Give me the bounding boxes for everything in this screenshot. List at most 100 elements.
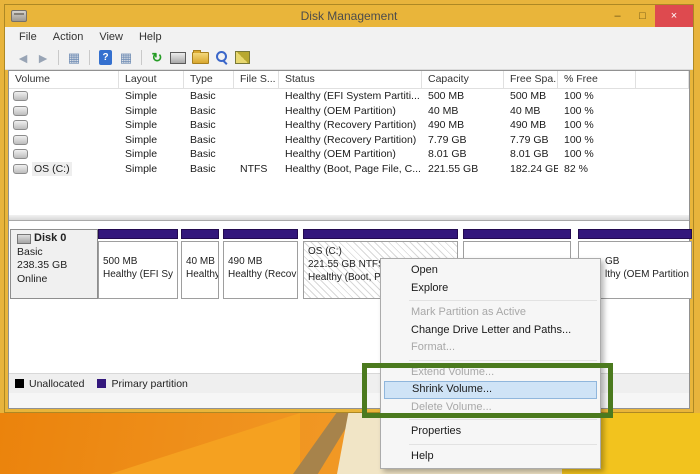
cell: NTFS xyxy=(234,162,279,177)
context-menu-item-mark-partition-as-active: Mark Partition as Active xyxy=(381,304,600,322)
cell: 100 % xyxy=(558,133,636,148)
partition-status-bar xyxy=(578,229,692,239)
menu-bar: FileActionViewHelp xyxy=(5,27,693,46)
column-header-layout[interactable]: Layout xyxy=(119,71,184,88)
menu-file[interactable]: File xyxy=(11,31,45,43)
table-row[interactable]: SimpleBasicHealthy (Recovery Partition)4… xyxy=(9,118,689,133)
column-header-status[interactable]: Status xyxy=(279,71,422,88)
partition-label: 40 MBHealthy xyxy=(181,241,219,299)
partition-oem-40mb[interactable]: 40 MBHealthy xyxy=(181,229,219,299)
partition-status-bar xyxy=(463,229,571,239)
volume-name: OS (C:) xyxy=(32,162,72,177)
table-row[interactable]: SimpleBasicHealthy (Recovery Partition)7… xyxy=(9,133,689,148)
device-properties-icon[interactable] xyxy=(170,52,186,64)
table-row[interactable]: SimpleBasicHealthy (EFI System Partiti..… xyxy=(9,89,689,104)
context-menu-item-explore[interactable]: Explore xyxy=(381,280,600,298)
cell: Simple xyxy=(119,104,184,119)
app-icon xyxy=(11,10,27,22)
close-button[interactable]: × xyxy=(655,5,693,27)
cell: Healthy (Boot, Page File, C... xyxy=(279,162,422,177)
context-menu-item-open[interactable]: Open xyxy=(381,262,600,280)
console-tree-icon[interactable]: ▦ xyxy=(64,48,84,68)
table-row[interactable]: OS (C:) SimpleBasicNTFSHealthy (Boot, Pag… xyxy=(9,162,689,177)
cell: 7.79 GB xyxy=(422,133,504,148)
cell: Healthy (Recovery Partition) xyxy=(279,133,422,148)
cell xyxy=(636,162,689,177)
cell xyxy=(636,104,689,119)
volume-cell xyxy=(9,89,119,104)
context-menu-item-properties[interactable]: Properties xyxy=(381,423,600,441)
refresh-icon[interactable]: ↻ xyxy=(147,48,167,68)
volume-icon xyxy=(13,106,28,116)
titlebar[interactable]: Disk Management – □ × xyxy=(5,5,693,27)
legend-swatch xyxy=(15,379,24,388)
table-row[interactable]: SimpleBasicHealthy (OEM Partition)40 MB4… xyxy=(9,104,689,119)
cell: Healthy (Recovery Partition) xyxy=(279,118,422,133)
cell: Basic xyxy=(184,89,234,104)
shrink-volume-highlight-box xyxy=(362,363,613,418)
cell: 490 MB xyxy=(422,118,504,133)
volume-cell xyxy=(9,104,119,119)
maximize-button[interactable]: □ xyxy=(630,5,655,27)
cell: 500 MB xyxy=(422,89,504,104)
column-header-volume[interactable]: Volume xyxy=(9,71,119,88)
menu-help[interactable]: Help xyxy=(131,31,170,43)
cell xyxy=(234,104,279,119)
cell: Healthy (OEM Partition) xyxy=(279,147,422,162)
open-folder-icon[interactable] xyxy=(192,52,209,64)
legend-label: Primary partition xyxy=(111,378,187,390)
volume-list-header: VolumeLayoutTypeFile S...StatusCapacityF… xyxy=(9,71,689,89)
window-controls: – □ × xyxy=(605,5,693,27)
volume-list: VolumeLayoutTypeFile S...StatusCapacityF… xyxy=(9,71,689,213)
column-header-blank[interactable] xyxy=(636,71,689,88)
disk-status: Online xyxy=(17,273,97,287)
disk-0-label-panel[interactable]: Disk 0 Basic 238.35 GB Online xyxy=(10,229,98,299)
column-header-free[interactable]: % Free xyxy=(558,71,636,88)
settings-grid-icon[interactable] xyxy=(235,51,250,64)
cell: Simple xyxy=(119,162,184,177)
window-title: Disk Management xyxy=(5,9,693,23)
cell: 500 MB xyxy=(504,89,558,104)
action-pane-icon[interactable]: ▦ xyxy=(116,48,136,68)
context-menu-item-help[interactable]: Help xyxy=(381,448,600,466)
partition-efi-system[interactable]: 500 MBHealthy (EFI Sy xyxy=(98,229,178,299)
minimize-button[interactable]: – xyxy=(605,5,630,27)
volume-cell xyxy=(9,133,119,148)
cell xyxy=(636,147,689,162)
volume-icon xyxy=(13,149,28,159)
volume-icon xyxy=(13,91,28,101)
cell: 7.79 GB xyxy=(504,133,558,148)
table-row[interactable]: SimpleBasicHealthy (OEM Partition)8.01 G… xyxy=(9,147,689,162)
legend-item-unallocated: Unallocated xyxy=(15,378,84,390)
cell: 40 MB xyxy=(504,104,558,119)
column-header-free-spa[interactable]: Free Spa... xyxy=(504,71,558,88)
cell: Simple xyxy=(119,133,184,148)
menu-view[interactable]: View xyxy=(91,31,131,43)
screen: Disk Management – □ × FileActionViewHelp… xyxy=(0,0,700,474)
column-header-type[interactable]: Type xyxy=(184,71,234,88)
column-header-file-s[interactable]: File S... xyxy=(234,71,279,88)
toolbar: ◄► ▦? ▦ ↻ xyxy=(5,46,693,70)
partition-label: 500 MBHealthy (EFI Sy xyxy=(98,241,178,299)
column-header-capacity[interactable]: Capacity xyxy=(422,71,504,88)
help-icon[interactable]: ? xyxy=(99,50,112,65)
partition-recovery[interactable]: 490 MBHealthy (Recov xyxy=(223,229,298,299)
cell: Healthy (EFI System Partiti... xyxy=(279,89,422,104)
volume-cell xyxy=(9,147,119,162)
context-menu-item-change-drive-letter-and-paths[interactable]: Change Drive Letter and Paths... xyxy=(381,322,600,340)
toolbar-separator xyxy=(141,50,142,65)
cell xyxy=(234,133,279,148)
context-menu-separator xyxy=(409,419,597,420)
cell: 82 % xyxy=(558,162,636,177)
search-icon[interactable] xyxy=(214,50,230,66)
cell: Healthy (OEM Partition) xyxy=(279,104,422,119)
back-icon[interactable]: ◄ xyxy=(13,48,33,68)
cell: Basic xyxy=(184,162,234,177)
menu-action[interactable]: Action xyxy=(45,31,92,43)
context-menu-separator xyxy=(409,360,597,361)
pane-splitter[interactable] xyxy=(9,214,689,221)
cell: Basic xyxy=(184,118,234,133)
forward-icon[interactable]: ► xyxy=(33,48,53,68)
cell xyxy=(234,89,279,104)
legend-label: Unallocated xyxy=(29,378,84,390)
